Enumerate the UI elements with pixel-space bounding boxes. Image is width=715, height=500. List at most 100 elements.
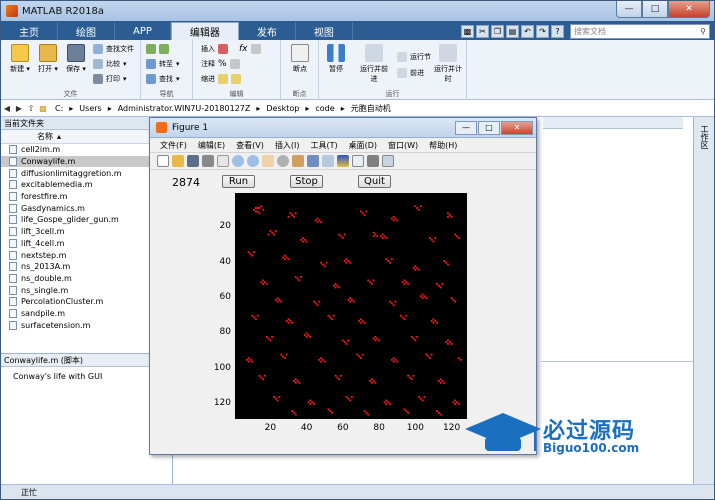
list-item[interactable]: cell2im.m [1,144,172,156]
copy-quick-icon[interactable]: ❐ [491,24,504,38]
tab-view[interactable]: 视图 [296,22,353,40]
menu-tools[interactable]: 工具(T) [310,140,337,151]
goto-button[interactable]: 转至 ▾ [146,59,180,69]
path-users[interactable]: Users [79,104,101,113]
help-quick-icon[interactable]: ? [551,24,564,38]
forward-nav-icon[interactable]: ▶ [13,104,25,113]
path-folder[interactable]: 元胞自动机 [351,103,391,114]
cut-quick-icon[interactable]: ✂ [476,24,489,38]
legend-icon[interactable] [352,155,364,167]
rotate-icon[interactable] [277,155,289,167]
menu-insert[interactable]: 插入(I) [275,140,300,151]
live-cell [338,233,341,236]
doc-search-input[interactable]: 搜索文档 ⚲ [570,24,710,39]
quit-button[interactable]: Quit [358,175,391,188]
up-folder-icon[interactable]: ⇧ [25,104,37,113]
list-item[interactable]: sandpile.m [1,308,172,320]
back-nav-icon[interactable]: ◀ [1,104,13,113]
new-figure-icon[interactable] [157,155,169,167]
undo-quick-icon[interactable]: ↶ [521,24,534,38]
menu-edit[interactable]: 编辑(E) [198,140,225,151]
minimize-button[interactable]: — [616,1,642,18]
list-item[interactable]: Conwaylife.m [1,155,172,168]
path-user[interactable]: Administrator.WIN7U-20180127Z [118,104,251,113]
tab-publish[interactable]: 发布 [239,22,296,40]
close-button[interactable]: ✕ [668,1,710,18]
tab-apps[interactable]: APP [115,22,171,40]
list-item[interactable]: ns_double.m [1,273,172,285]
list-item[interactable]: life_Gospe_glider_gun.m [1,214,172,226]
data-cursor-icon[interactable] [292,155,304,167]
live-cell [254,207,257,209]
list-item[interactable]: lift_4cell.m [1,238,172,250]
menu-help[interactable]: 帮助(H) [429,140,457,151]
figure-maximize-button[interactable]: □ [478,120,500,135]
list-item[interactable]: lift_3cell.m [1,226,172,238]
run-time-button[interactable]: 运行并计时 [431,44,465,84]
open-file-icon[interactable] [172,155,184,167]
path-code[interactable]: code [315,104,334,113]
list-item[interactable]: Gasdynamics.m [1,202,172,214]
tab-plots[interactable]: 绘图 [58,22,115,40]
path-drive[interactable]: C: [55,104,63,113]
hide-tools-icon[interactable] [367,155,379,167]
tab-home[interactable]: 主页 [1,22,58,40]
paste-quick-icon[interactable]: ▤ [506,24,519,38]
list-item[interactable]: ns_2013A.m [1,261,172,273]
tab-editor[interactable]: 编辑器 [170,22,239,40]
run-button[interactable]: Run [222,175,255,188]
indent-button[interactable]: 缩进 [201,74,241,84]
search-icon[interactable]: ⚲ [700,27,706,36]
figure-close-button[interactable]: ✕ [501,120,533,135]
list-item[interactable]: nextstep.m [1,249,172,261]
stop-button[interactable]: Stop [290,175,323,188]
pan-hand-icon[interactable] [262,155,274,167]
browse-folder-icon[interactable]: ▩ [37,104,49,113]
link-plot-icon[interactable] [322,155,334,167]
new-button[interactable]: 新建 ▾ [7,44,33,74]
figure-minimize-button[interactable]: — [455,120,477,135]
workspace-panel[interactable]: 工作区 [693,117,714,484]
pause-button[interactable]: 暂停 [323,44,349,74]
dock-icon[interactable] [382,155,394,167]
find-files-button[interactable]: 查找文件 [93,44,134,54]
insert-button[interactable]: 插入 [201,44,228,54]
list-item[interactable]: PercolationCluster.m [1,296,172,308]
breakpoints-button[interactable]: 断点 [287,44,313,74]
open-button[interactable]: 打开 ▾ [35,44,61,74]
redo-quick-icon[interactable]: ↷ [536,24,549,38]
run-advance-button[interactable]: 运行并前进 [357,44,391,84]
back-forward-button[interactable] [146,44,169,54]
advance-button[interactable]: 前进 [397,68,424,78]
print-button[interactable]: 打印 ▾ [93,74,127,84]
zoom-out-icon[interactable] [247,155,259,167]
menu-file[interactable]: 文件(F) [160,140,187,151]
generation-counter: 2874 [172,176,200,189]
fx-button[interactable]: fx [239,44,261,54]
save-quick-icon[interactable]: ▩ [461,24,474,38]
list-item[interactable]: excitablemedia.m [1,179,172,191]
compare-button[interactable]: 比较 ▾ [93,59,127,69]
maximize-button[interactable]: □ [642,1,668,18]
zoom-in-icon[interactable] [232,155,244,167]
live-cell [345,258,348,261]
run-section-button[interactable]: 运行节 [397,52,431,62]
list-item[interactable]: surfacetension.m [1,319,172,331]
menu-window[interactable]: 窗口(W) [388,140,418,151]
path-desktop[interactable]: Desktop [266,104,299,113]
print-figure-icon[interactable] [202,155,214,167]
live-cell [363,410,366,412]
list-item[interactable]: forestfire.m [1,191,172,203]
pointer-icon[interactable] [217,155,229,167]
save-figure-icon[interactable] [187,155,199,167]
find-button[interactable]: 查找 ▾ [146,74,180,84]
menu-desktop[interactable]: 桌面(D) [349,140,377,151]
comment-button[interactable]: 注释% [201,59,240,69]
colorbar-icon[interactable] [337,155,349,167]
list-item[interactable]: diffusionlimitaggretion.m [1,167,172,179]
save-button[interactable]: 保存 ▾ [63,44,89,74]
name-column-header[interactable]: 名称 ▴ [1,130,172,144]
brush-icon[interactable] [307,155,319,167]
menu-view[interactable]: 查看(V) [236,140,264,151]
list-item[interactable]: ns_single.m [1,284,172,296]
